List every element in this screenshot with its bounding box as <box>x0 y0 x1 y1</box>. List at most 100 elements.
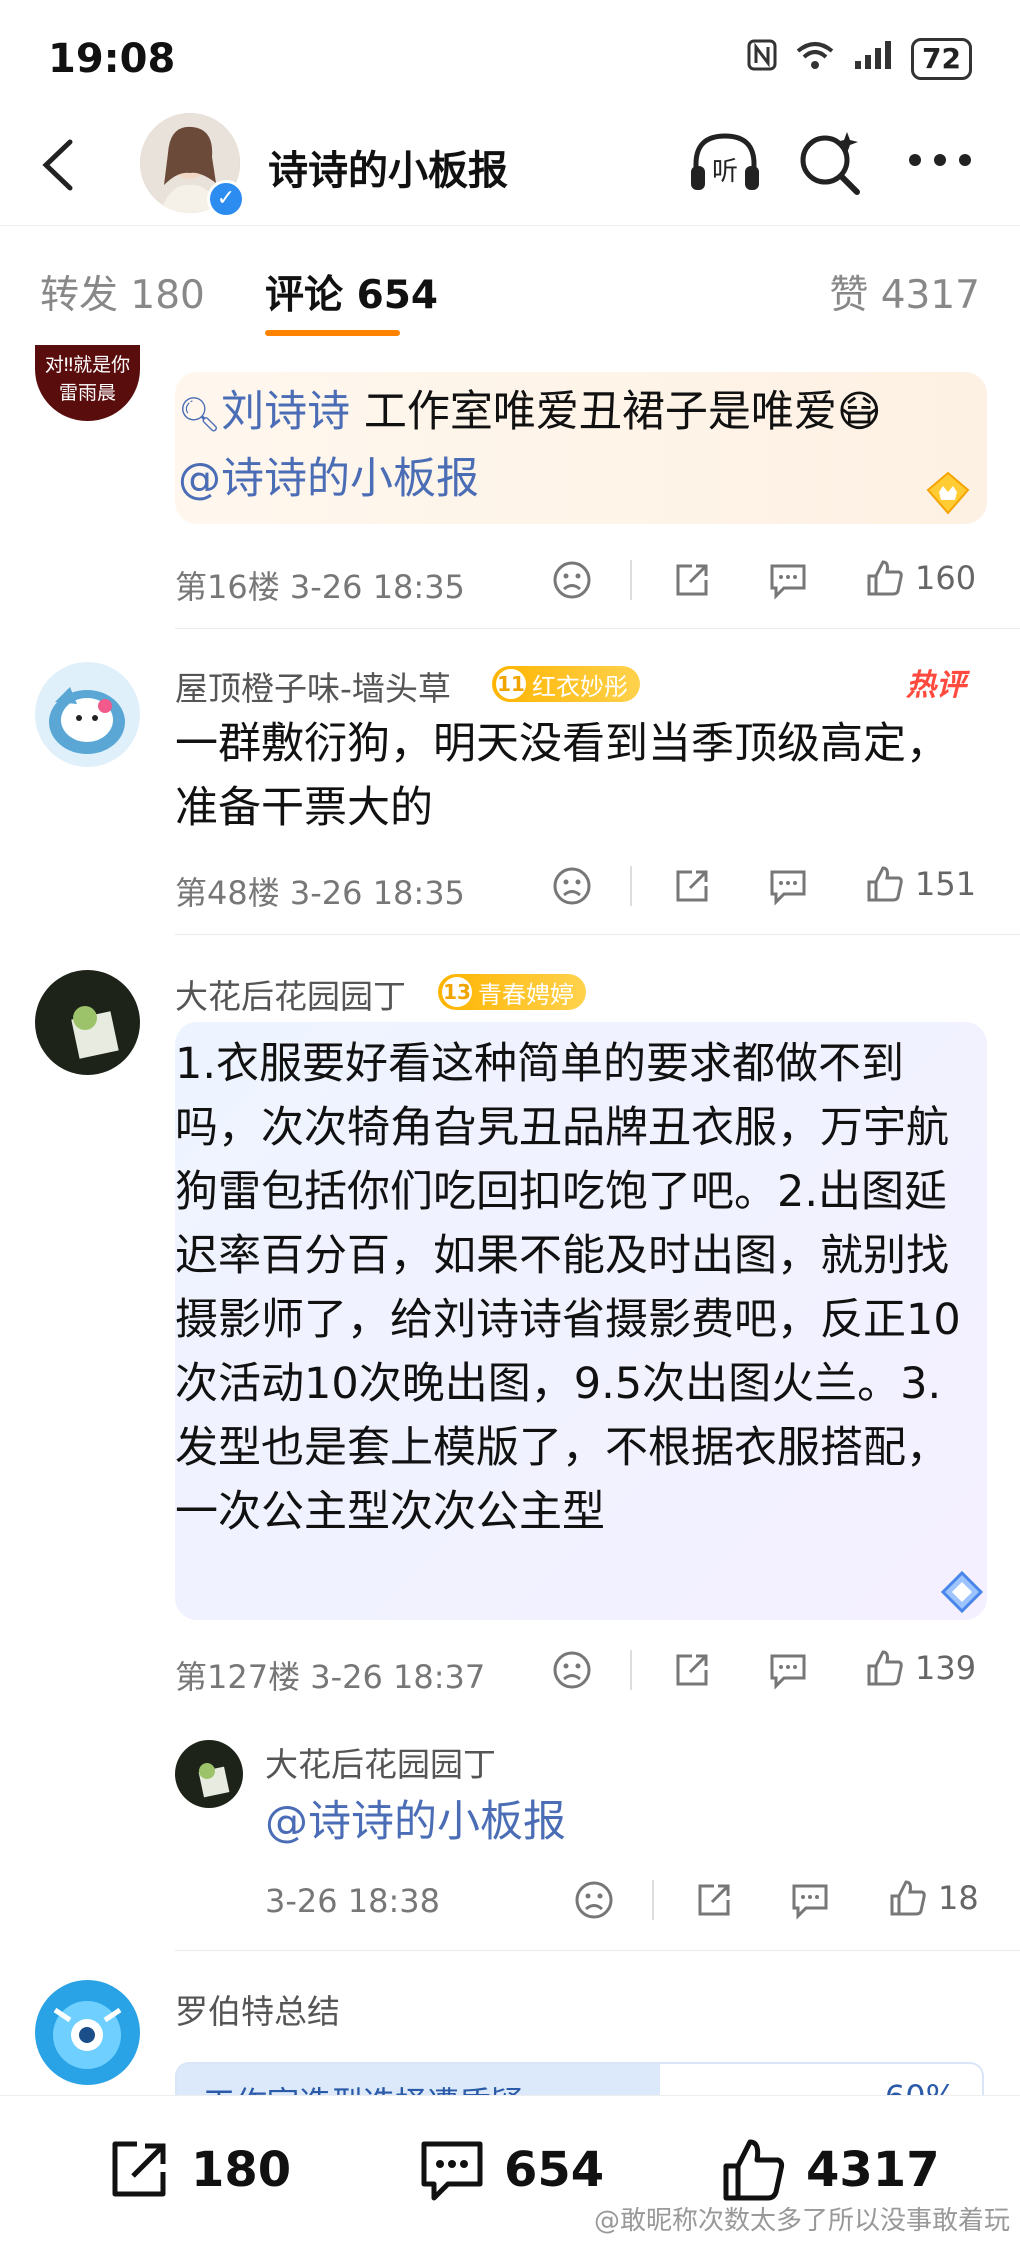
share-icon <box>676 564 708 596</box>
tab-bar: 转发 180 评论 654 赞 4317 <box>0 225 1020 346</box>
bottom-comment-button[interactable]: 654 <box>418 2136 604 2204</box>
reply-username[interactable]: 大花后花园园丁 <box>265 1738 496 1786</box>
comment-avatar[interactable] <box>35 662 140 767</box>
wifi-icon <box>795 39 835 79</box>
badge-text: 红衣妙彤 <box>532 672 628 701</box>
action-divider <box>630 1650 632 1690</box>
like-count: 151 <box>915 865 977 903</box>
frown-face-icon <box>553 867 591 905</box>
comment-divider <box>175 1950 1020 1951</box>
comment-avatar[interactable] <box>35 1980 140 2085</box>
comment-floor-time: 第48楼 3-26 18:35 <box>175 874 465 912</box>
comment-bubble-icon <box>770 870 806 906</box>
search-button[interactable] <box>795 128 865 198</box>
signal-icon <box>853 39 893 79</box>
comment-bubble-icon <box>770 564 806 600</box>
watermark: @敢昵称次数太多了所以没事敢着玩 <box>593 2206 1010 2236</box>
reply-time: 3-26 18:38 <box>265 1882 441 1920</box>
share-icon <box>698 1884 730 1916</box>
like-button[interactable]: 160 <box>865 558 976 598</box>
like-count: 18 <box>938 1879 979 1917</box>
status-icons: 72 <box>747 38 972 80</box>
comment-text: 一群敷衍狗，明天没看到当季顶级高定，准备干票大的 <box>175 719 949 833</box>
comment-count: 654 <box>504 2142 605 2198</box>
reply-avatar[interactable] <box>175 1740 243 1808</box>
share-button[interactable] <box>672 560 712 600</box>
frown-face-icon <box>575 1881 613 1919</box>
tab-like[interactable]: 赞 4317 <box>829 264 980 320</box>
action-divider <box>630 560 632 600</box>
action-divider <box>652 1880 654 1920</box>
comment-floor-time: 第127楼 3-26 18:37 <box>175 1658 486 1696</box>
dislike-button[interactable] <box>552 1650 592 1690</box>
comment-username[interactable]: 罗伯特总结 <box>175 1985 340 2033</box>
mention-link[interactable]: @诗诗的小板报 <box>178 454 479 504</box>
like-button[interactable]: 139 <box>865 1648 976 1688</box>
comment-username[interactable]: 屋顶橙子味-墙头草 <box>175 662 451 710</box>
diamond-badge-icon <box>940 1570 984 1614</box>
reply-mention-link[interactable]: @诗诗的小板报 <box>265 1790 566 1854</box>
more-options-button[interactable] <box>905 145 975 175</box>
comment-floor-time: 第16楼 3-26 18:35 <box>175 568 465 606</box>
verified-badge-icon: ✓ <box>207 180 245 218</box>
frown-face-icon <box>553 1651 591 1689</box>
status-time: 19:08 <box>48 36 176 82</box>
like-button[interactable]: 18 <box>888 1878 979 1918</box>
tab-comment[interactable]: 评论 654 <box>265 264 438 320</box>
share-button[interactable] <box>694 1880 734 1920</box>
repost-count: 180 <box>191 2142 292 2198</box>
comment-bubble-icon <box>770 1654 806 1690</box>
avatar-text-line: 对‼就是你 <box>44 354 131 376</box>
comment-divider <box>175 934 1020 935</box>
page-title: 诗诗的小板报 <box>268 148 508 194</box>
thumbs-up-icon <box>867 866 903 902</box>
like-button[interactable]: 151 <box>865 864 976 904</box>
comment-bubble-icon <box>421 2141 483 2201</box>
badge-level: 13 <box>442 977 472 1007</box>
share-icon <box>676 1654 708 1686</box>
share-icon <box>112 2141 166 2197</box>
reply-button[interactable] <box>790 1880 830 1920</box>
dislike-button[interactable] <box>552 866 592 906</box>
tab-repost[interactable]: 转发 180 <box>40 264 205 320</box>
like-count: 4317 <box>806 2142 940 2198</box>
nfc-icon <box>747 39 777 79</box>
reply-button[interactable] <box>768 1650 808 1690</box>
share-button[interactable] <box>672 1650 712 1690</box>
comment-bubble-icon <box>792 1884 828 1920</box>
reply-button[interactable] <box>768 866 808 906</box>
badge-level: 11 <box>496 669 526 699</box>
share-button[interactable] <box>672 866 712 906</box>
comment-text: 1.衣服要好看这种简单的要求都做不到吗，次次犄角旮旯丑品牌丑衣服，万宇航狗雷包括… <box>175 1039 961 1537</box>
dislike-button[interactable] <box>552 560 592 600</box>
bottom-like-button[interactable]: 4317 <box>720 2136 940 2204</box>
comment-avatar[interactable]: 对‼就是你 雷雨晨 <box>35 345 140 421</box>
headphones-icon: 听 <box>691 133 759 190</box>
poll-card[interactable]: 工作室造型选择遭质疑 60% <box>175 2062 984 2097</box>
more-dots-icon <box>909 154 971 166</box>
like-count: 139 <box>915 1649 977 1687</box>
reply-button[interactable] <box>768 560 808 600</box>
thumbs-up-icon <box>723 2139 785 2201</box>
search-icon <box>800 132 860 195</box>
fan-level-badge: 13 青春娉婷 <box>438 974 586 1010</box>
thumbs-up-icon <box>867 560 903 596</box>
back-button[interactable] <box>30 130 90 200</box>
battery-indicator: 72 <box>911 38 972 80</box>
chevron-left-icon <box>42 139 73 191</box>
dislike-button[interactable] <box>574 1880 614 1920</box>
active-tab-indicator <box>265 330 400 336</box>
listen-button[interactable]: 听 <box>686 128 764 198</box>
hot-comment-label: 热评 <box>906 668 966 703</box>
listen-label: 听 <box>712 157 738 187</box>
bottom-repost-button[interactable]: 180 <box>105 2136 291 2204</box>
comment-divider <box>175 628 1020 629</box>
comment-username[interactable]: 大花后花园园丁 <box>175 970 406 1018</box>
comment-avatar[interactable] <box>35 970 140 1075</box>
avatar-text-line: 雷雨晨 <box>58 382 116 404</box>
search-icon: 🔍︎ <box>178 395 222 435</box>
thumbs-up-icon <box>867 1650 903 1686</box>
fan-level-badge: 11 红衣妙彤 <box>492 666 640 702</box>
action-divider <box>630 866 632 906</box>
search-topic-link[interactable]: 🔍︎刘诗诗 <box>178 387 350 437</box>
